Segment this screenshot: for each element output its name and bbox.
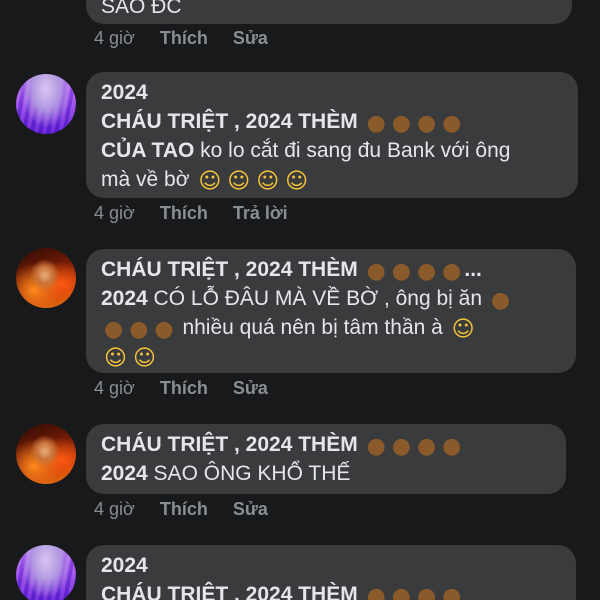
mention-text: 2024 <box>101 287 148 310</box>
comment-text: CHÁU TRIỆT , 2024 THÈM ● ● ● ●... 2024 CÓ L… <box>101 255 560 371</box>
pile-of-poo-emoji-icon: ● <box>154 317 174 342</box>
timestamp: 4 giờ <box>94 28 135 48</box>
comment-bubble: CHÁU TRIỆT , 2024 THÈM ● ● ● ●... 2024 CÓ L… <box>86 249 576 373</box>
timestamp: 4 giờ <box>94 378 135 398</box>
like-button[interactable]: Thích <box>160 499 208 519</box>
comment-actions: 4 giờ Thích Sửa <box>94 28 288 49</box>
mention-text: CỦA TAO <box>101 139 195 162</box>
pile-of-poo-emoji-icon: ● <box>366 259 386 284</box>
timestamp: 4 giờ <box>94 499 135 519</box>
commenter-name[interactable]: CHÁU TRIỆT , 2024 THÈM <box>101 433 358 456</box>
comment-text-part: CÓ LỖ ĐÂU MÀ VỀ BỜ , ông bị ăn <box>147 287 483 310</box>
pile-of-poo-emoji-icon: ● <box>391 434 411 459</box>
pile-of-poo-emoji-icon: ● <box>366 111 386 136</box>
pile-of-poo-emoji-icon: ● <box>391 259 411 284</box>
timestamp: 4 giờ <box>94 203 135 223</box>
commenter-name[interactable]: 2024 <box>101 551 560 580</box>
pile-of-poo-emoji-icon: ● <box>442 434 462 459</box>
comment-text: CHÁU TRIỆT , 2024 THÈM ● ● ● ● 2024 SAO ÔNG… <box>101 430 550 488</box>
tears-of-joy-emoji-icon: ☺ <box>104 346 127 371</box>
commenter-name[interactable]: 2024 <box>101 78 562 107</box>
edit-button[interactable]: Sửa <box>233 378 268 398</box>
like-button[interactable]: Thích <box>160 203 208 223</box>
pile-of-poo-emoji-icon: ● <box>442 111 462 136</box>
tears-of-joy-emoji-icon: ☺ <box>132 346 156 371</box>
rolling-laughing-emoji-icon: ☺ <box>227 169 251 194</box>
avatar[interactable] <box>16 248 76 308</box>
comment-text-part: SAO ÔNG KHỔ THẾ <box>147 462 351 485</box>
comment-text: CHÁU TRIỆT , 2024 THÈM ● ● ● ● CỦA TAO ko l… <box>101 107 562 194</box>
comment-text-part: ko lo cắt đi sang đu Bank với ông <box>194 139 511 162</box>
comment-actions: 4 giờ Thích Sửa <box>94 499 288 520</box>
tears-of-joy-emoji-icon: ☺ <box>451 317 475 342</box>
comment-text-part: mà về bờ <box>101 168 190 191</box>
comment-actions: 4 giờ Thích Sửa <box>94 378 288 399</box>
mention-text: 2024 <box>101 462 148 485</box>
edit-button[interactable]: Sửa <box>233 499 268 519</box>
comment-bubble: 2024 CHÁU TRIỆT , 2024 THÈM ● ● ● ● CỦA TAO… <box>86 72 578 198</box>
name-ellipsis: ... <box>464 258 482 281</box>
reply-button[interactable]: Trả lời <box>233 203 288 223</box>
like-button[interactable]: Thích <box>160 28 208 48</box>
comment-bubble: 2024 CHÁU TRIỆT , 2024 THÈM ● ● ● ● <box>86 545 576 600</box>
avatar[interactable] <box>16 74 76 134</box>
edit-button[interactable]: Sửa <box>233 28 268 48</box>
pile-of-poo-emoji-icon: ● <box>366 434 386 459</box>
rolling-laughing-emoji-icon: ☺ <box>285 169 309 194</box>
like-button[interactable]: Thích <box>160 378 208 398</box>
pile-of-poo-emoji-icon: ● <box>442 259 462 284</box>
comment-actions: 4 giờ Thích Trả lời <box>94 203 308 224</box>
comment-text: SAO ĐC <box>101 0 182 18</box>
avatar[interactable] <box>16 545 76 600</box>
mention-text: CHÁU TRIỆT , 2024 THÈM <box>101 110 358 133</box>
comment-thread: SAO ĐC 4 giờ Thích Sửa 2024 CHÁU TRIỆT ,… <box>0 0 600 600</box>
pile-of-poo-emoji-icon: ● <box>416 111 437 136</box>
pile-of-poo-emoji-icon: ● <box>416 259 437 284</box>
comment-bubble: SAO ĐC <box>86 0 572 24</box>
pile-of-poo-emoji-icon: ● <box>442 584 462 600</box>
comment-text-part: nhiều quá nên bị tâm thần à <box>176 316 443 339</box>
rolling-laughing-emoji-icon: ☺ <box>198 169 222 194</box>
pile-of-poo-emoji-icon: ● <box>104 317 124 342</box>
avatar[interactable] <box>16 424 76 484</box>
pile-of-poo-emoji-icon: ● <box>416 584 437 600</box>
comment-bubble: CHÁU TRIỆT , 2024 THÈM ● ● ● ● 2024 SAO ÔNG… <box>86 424 566 494</box>
pile-of-poo-emoji-icon: ● <box>129 317 149 342</box>
pile-of-poo-emoji-icon: ● <box>391 584 411 600</box>
mention-text: CHÁU TRIỆT , 2024 THÈM <box>101 583 358 600</box>
rolling-laughing-emoji-icon: ☺ <box>256 169 280 194</box>
pile-of-poo-emoji-icon: ● <box>391 111 411 136</box>
pile-of-poo-emoji-icon: ● <box>416 434 437 459</box>
comment-text: CHÁU TRIỆT , 2024 THÈM ● ● ● ● <box>101 580 560 600</box>
pile-of-poo-emoji-icon: ● <box>366 584 386 600</box>
pile-of-poo-emoji-icon: ● <box>490 288 511 313</box>
commenter-name[interactable]: CHÁU TRIỆT , 2024 THÈM <box>101 258 358 281</box>
